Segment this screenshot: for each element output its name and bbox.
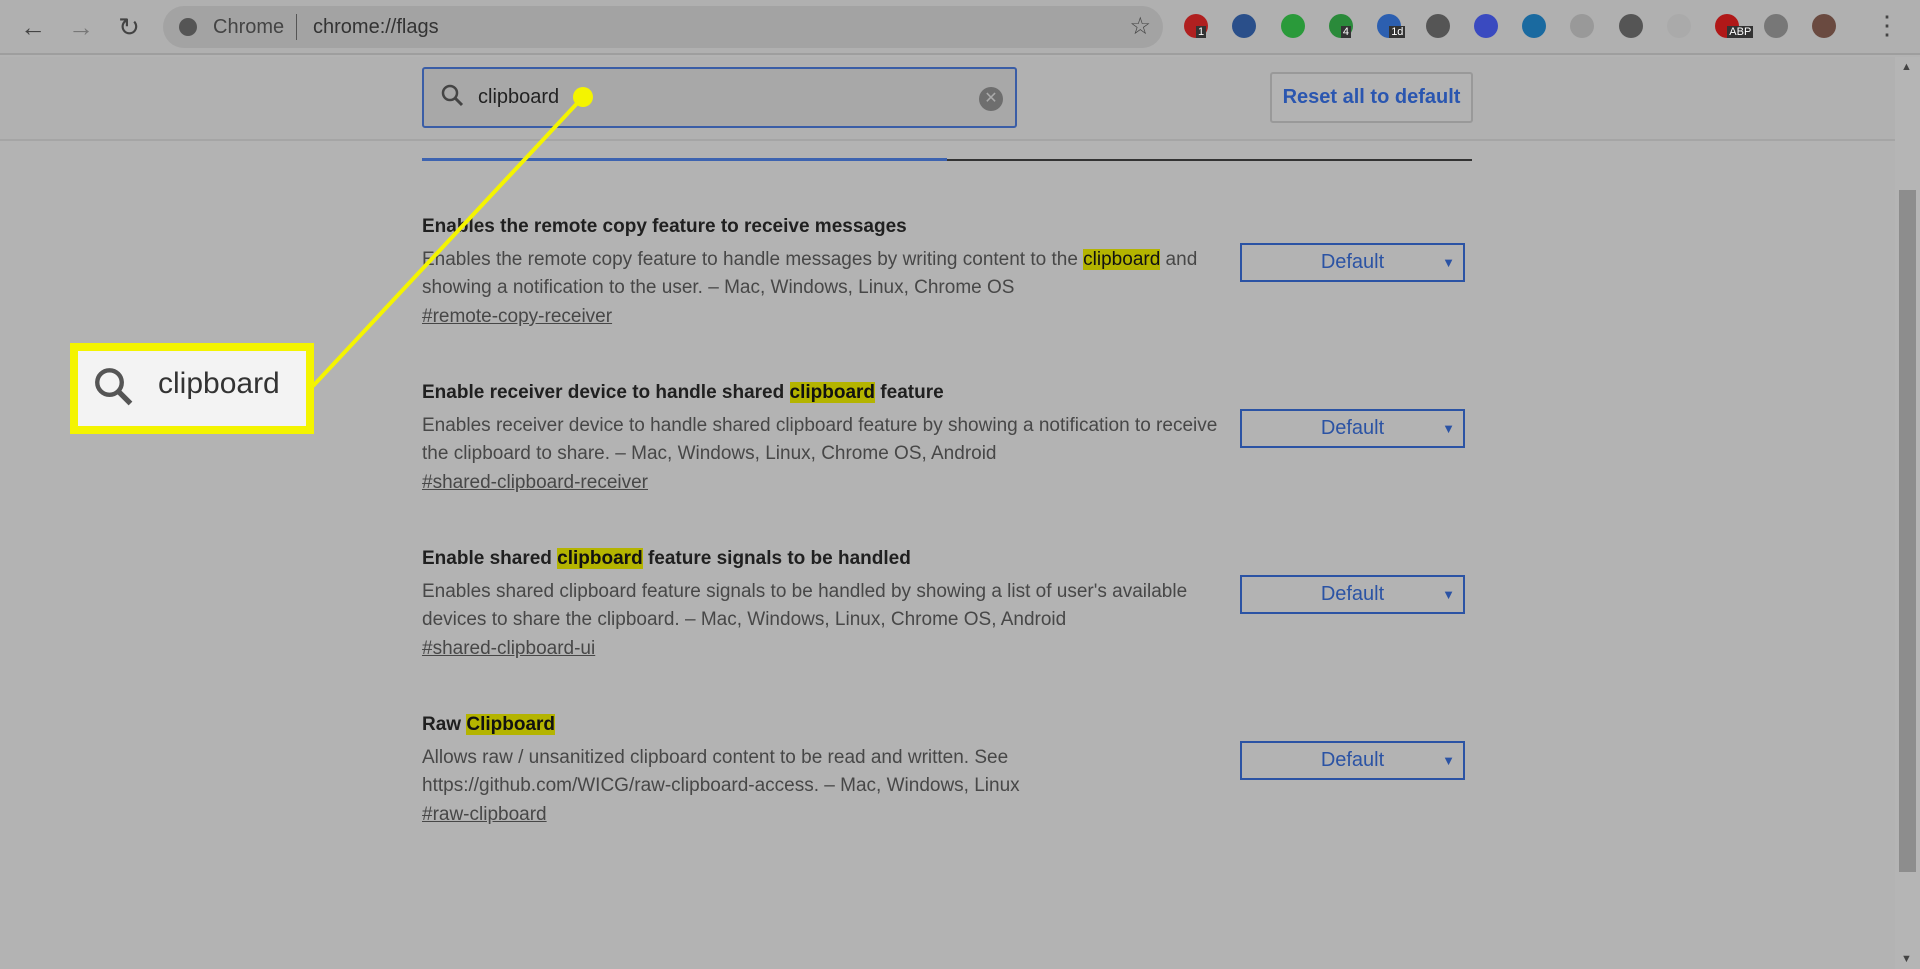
callout-line xyxy=(311,87,593,388)
scrollbar-thumb[interactable] xyxy=(1899,190,1916,872)
callout-value: clipboard xyxy=(158,367,280,400)
scroll-up-icon[interactable]: ▲ xyxy=(1901,61,1912,73)
search-icon xyxy=(95,368,133,406)
zoom-callout: clipboard xyxy=(70,343,314,434)
scroll-down-icon[interactable]: ▼ xyxy=(1901,953,1912,965)
scrollbar[interactable]: ▲ ▼ xyxy=(1895,57,1920,969)
